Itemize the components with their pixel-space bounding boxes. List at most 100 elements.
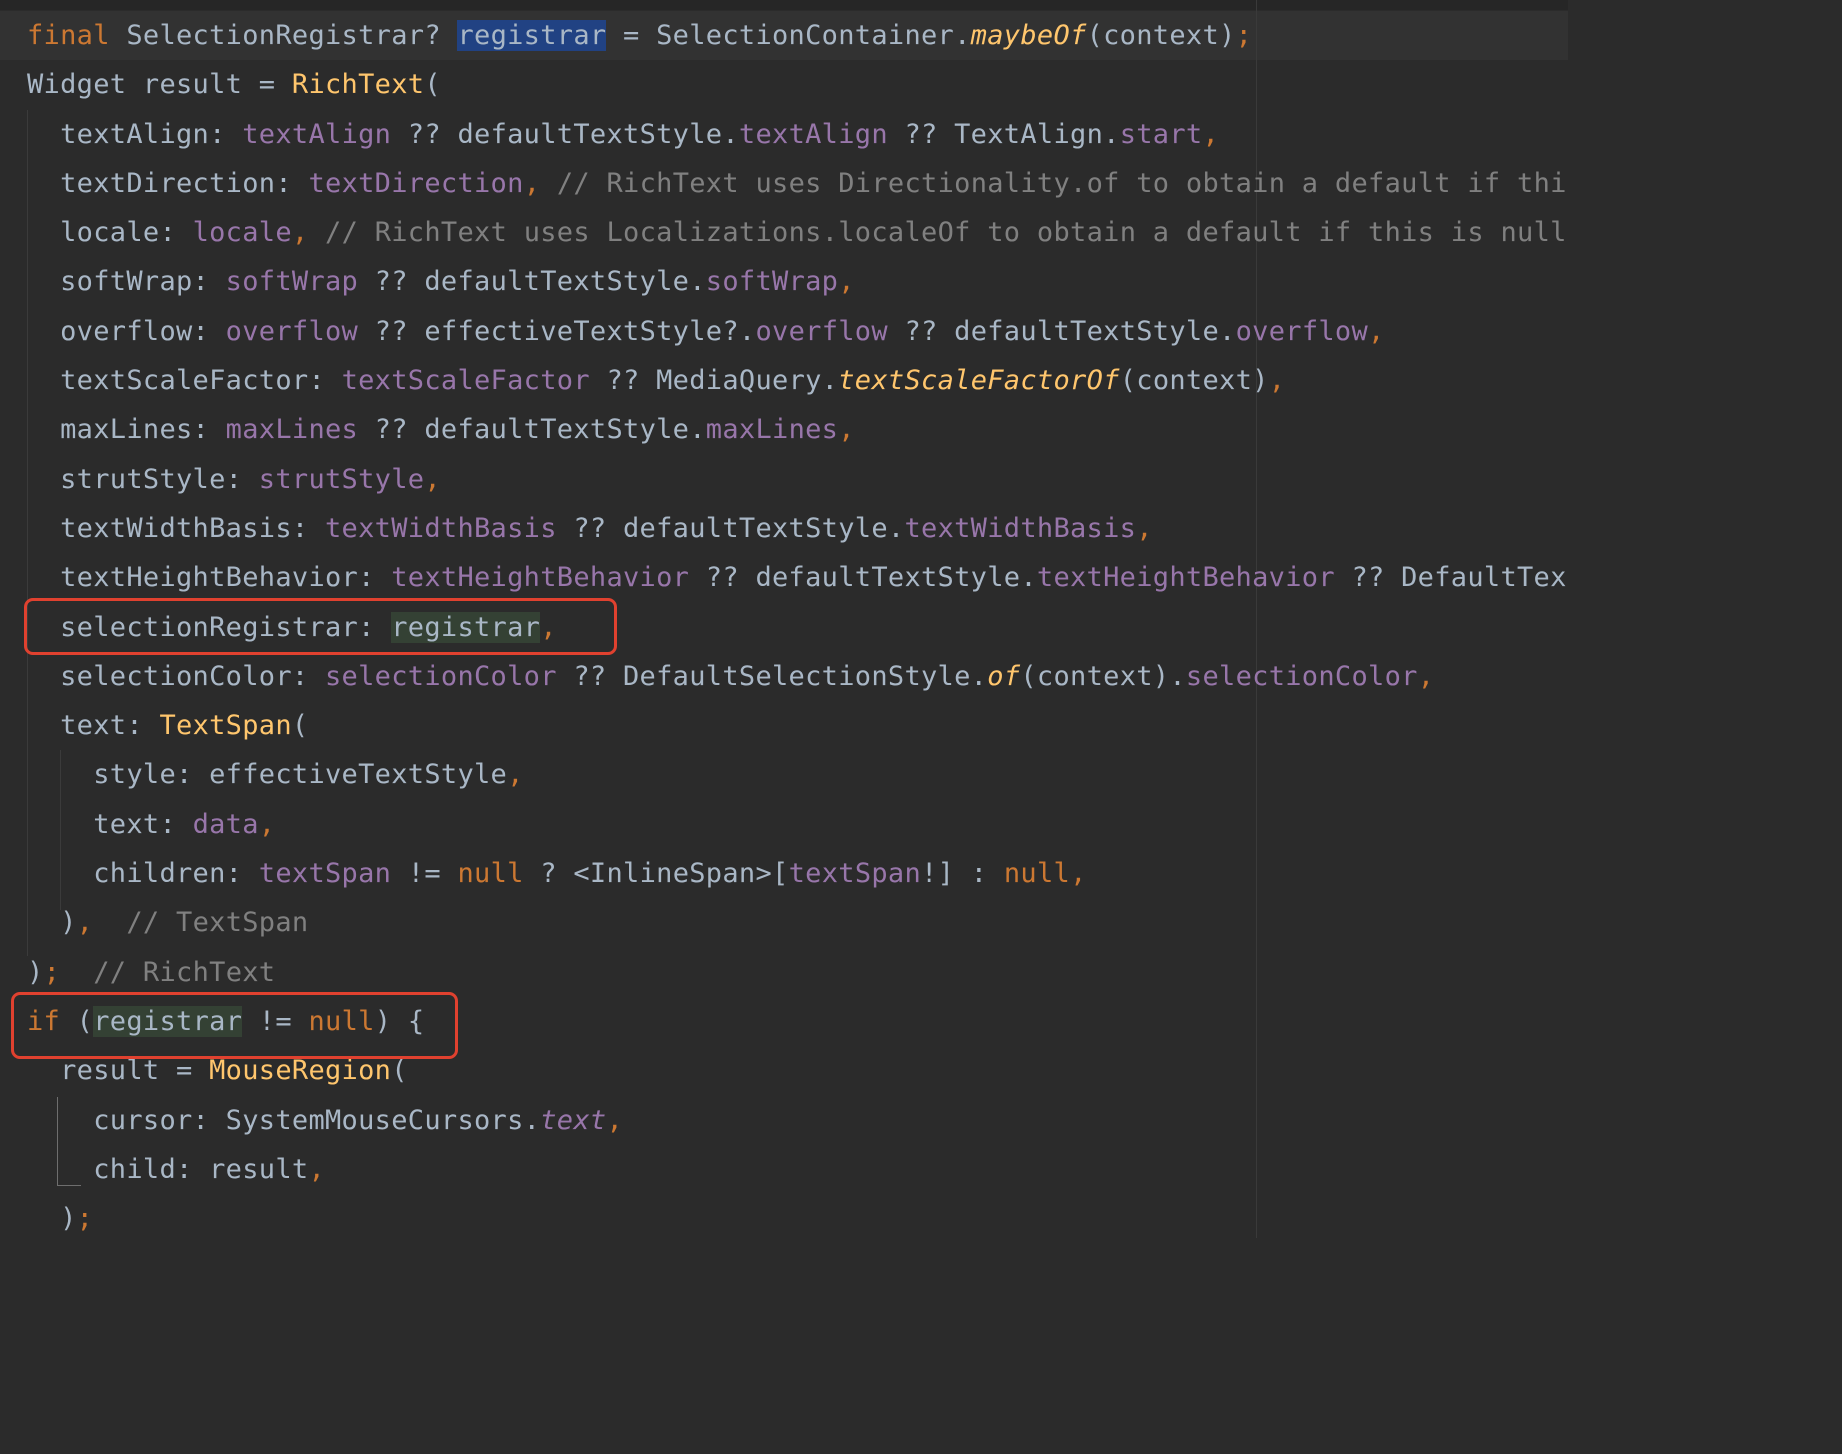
code-token: , bbox=[507, 759, 524, 791]
code-token: , bbox=[838, 266, 855, 298]
code-token: of bbox=[987, 660, 1021, 692]
code-line[interactable]: cursor: SystemMouseCursors.text, bbox=[27, 1096, 1568, 1145]
code-line[interactable]: strutStyle: strutStyle, bbox=[27, 455, 1568, 504]
code-token: start bbox=[1119, 118, 1203, 150]
code-token: ?? defaultTextStyle. bbox=[358, 266, 706, 298]
code-token: textHeightBehavior bbox=[391, 562, 690, 594]
code-line[interactable]: softWrap: softWrap ?? defaultTextStyle.s… bbox=[27, 257, 1568, 306]
code-token: softWrap bbox=[225, 266, 359, 298]
code-token: , bbox=[258, 808, 276, 840]
code-token: style: effectiveTextStyle bbox=[27, 759, 508, 791]
code-token: , bbox=[1368, 315, 1385, 347]
code-line[interactable]: style: effectiveTextStyle, bbox=[27, 750, 1568, 799]
code-token: text: bbox=[27, 808, 193, 840]
code-token: textScaleFactorOf bbox=[838, 365, 1120, 397]
code-token: textDirection: bbox=[27, 167, 309, 199]
code-line[interactable]: ); // RichText bbox=[27, 948, 1568, 997]
code-token: textAlign: bbox=[27, 118, 243, 150]
code-token: textScaleFactor bbox=[341, 365, 590, 397]
code-token: overflow bbox=[1235, 315, 1369, 347]
code-token: ? <InlineSpan>[ bbox=[523, 858, 789, 890]
code-token: ) bbox=[27, 956, 44, 988]
previous-line-remnant bbox=[0, 0, 1568, 10]
code-token: Widget result = bbox=[27, 69, 292, 101]
code-token: textWidthBasis bbox=[904, 512, 1137, 544]
code-line[interactable]: selectionColor: selectionColor ?? Defaul… bbox=[27, 652, 1568, 701]
code-editor[interactable]: final SelectionRegistrar? registrar = Se… bbox=[0, 0, 1568, 1238]
code-token: textHeightBehavior bbox=[1036, 562, 1335, 594]
code-line[interactable]: text: TextSpan( bbox=[27, 701, 1568, 750]
code-token: maxLines bbox=[225, 414, 359, 446]
code-token: // RichText bbox=[93, 956, 276, 988]
code-token: textWidthBasis: bbox=[27, 512, 325, 544]
code-token: textDirection bbox=[308, 167, 524, 199]
code-token: null bbox=[1003, 858, 1071, 890]
code-token: ( bbox=[424, 69, 441, 101]
code-token: ?? DefaultTextH bbox=[1351, 562, 1568, 594]
code-token: ) bbox=[27, 907, 77, 939]
code-token: text: bbox=[27, 710, 160, 742]
code-token: ) bbox=[27, 1203, 77, 1235]
code-token: textSpan bbox=[788, 858, 922, 890]
code-token: ?? defaultTextStyle. bbox=[689, 562, 1037, 594]
code-line[interactable]: children: textSpan != null ? <InlineSpan… bbox=[27, 849, 1568, 898]
code-token: ?? DefaultSelectionStyle. bbox=[556, 660, 988, 692]
code-line[interactable]: Widget result = RichText( bbox=[27, 60, 1568, 109]
code-token: , bbox=[523, 167, 557, 199]
code-token: overflow bbox=[755, 315, 888, 347]
code-line[interactable]: final SelectionRegistrar? registrar = Se… bbox=[27, 11, 1568, 60]
code-token: , bbox=[1136, 512, 1153, 544]
code-token: ( bbox=[291, 710, 309, 742]
code-token: RichText bbox=[291, 69, 425, 101]
code-line[interactable]: ), // TextSpan bbox=[27, 898, 1568, 947]
code-line[interactable]: textWidthBasis: textWidthBasis ?? defaul… bbox=[27, 504, 1568, 553]
code-token: overflow bbox=[225, 315, 359, 347]
code-token: MouseRegion bbox=[209, 1055, 392, 1087]
code-token: SelectionRegistrar? bbox=[109, 20, 458, 51]
code-line[interactable]: child: result, bbox=[27, 1145, 1568, 1194]
code-token: locale: bbox=[27, 217, 193, 249]
code-token: ; bbox=[1235, 20, 1253, 51]
code-token: , bbox=[308, 1153, 326, 1185]
code-token: final bbox=[27, 20, 110, 51]
code-line[interactable]: textHeightBehavior: textHeightBehavior ?… bbox=[27, 553, 1568, 602]
code-token: text bbox=[540, 1104, 607, 1136]
code-token: , bbox=[1268, 365, 1286, 397]
code-token: selectionColor: bbox=[27, 660, 325, 692]
annotation-box-if-registrar bbox=[11, 992, 458, 1059]
code-token: (context) bbox=[1119, 365, 1269, 397]
code-token: child: result bbox=[27, 1153, 309, 1185]
code-token: result = bbox=[27, 1055, 210, 1087]
code-token: , bbox=[838, 414, 855, 446]
code-token: locale bbox=[192, 217, 292, 249]
code-token: maybeOf bbox=[970, 20, 1087, 51]
code-token: TextSpan bbox=[159, 710, 292, 742]
code-line[interactable]: text: data, bbox=[27, 800, 1568, 849]
code-token: = SelectionContainer. bbox=[606, 20, 971, 51]
code-token: textHeightBehavior: bbox=[27, 562, 392, 594]
code-token: // RichText uses Directionality.of to ob… bbox=[556, 167, 1568, 199]
code-token: ?? TextAlign. bbox=[887, 118, 1120, 150]
code-token: strutStyle: bbox=[27, 463, 259, 495]
code-token: != bbox=[391, 858, 458, 890]
code-token: textScaleFactor: bbox=[27, 365, 342, 397]
code-line[interactable]: overflow: overflow ?? effectiveTextStyle… bbox=[27, 307, 1568, 356]
code-line[interactable]: ); bbox=[27, 1194, 1568, 1238]
code-token: (context). bbox=[1020, 660, 1186, 692]
code-token: textWidthBasis bbox=[325, 512, 557, 544]
code-line[interactable]: maxLines: maxLines ?? defaultTextStyle.m… bbox=[27, 405, 1568, 454]
code-line[interactable]: textScaleFactor: textScaleFactor ?? Medi… bbox=[27, 356, 1568, 405]
code-token: ?? effectiveTextStyle?. bbox=[358, 315, 756, 347]
code-token: // RichText uses Localizations.localeOf … bbox=[325, 217, 1567, 249]
code-line[interactable]: textDirection: textDirection, // RichTex… bbox=[27, 159, 1568, 208]
code-token: ; bbox=[76, 1203, 94, 1235]
code-line[interactable]: textAlign: textAlign ?? defaultTextStyle… bbox=[27, 110, 1568, 159]
code-token: !] : bbox=[921, 858, 1004, 890]
code-token: textSpan bbox=[258, 858, 392, 890]
code-token: maxLines bbox=[705, 414, 839, 446]
code-token: ?? defaultTextStyle. bbox=[556, 512, 905, 544]
code-token: ?? defaultTextStyle. bbox=[887, 315, 1236, 347]
code-line[interactable]: locale: locale, // RichText uses Localiz… bbox=[27, 208, 1568, 257]
